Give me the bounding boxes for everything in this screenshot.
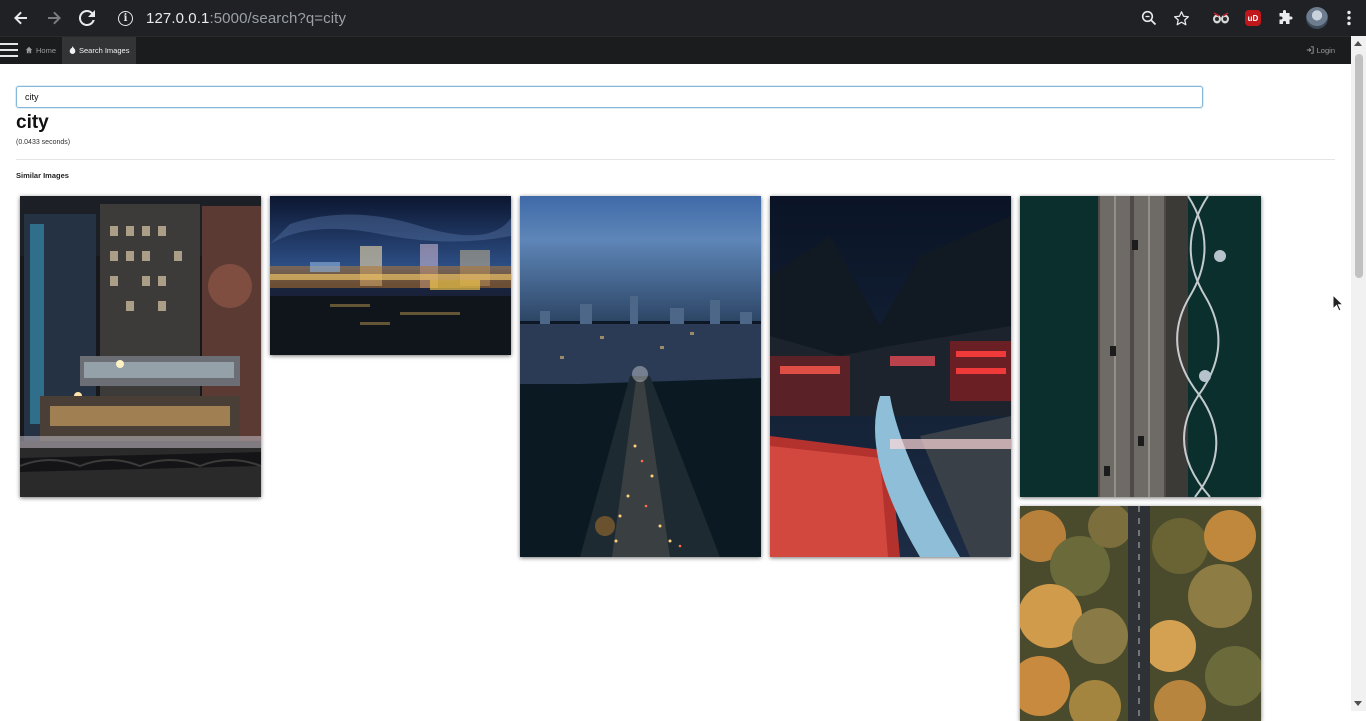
- result-image[interactable]: [1020, 506, 1261, 721]
- result-image[interactable]: [20, 196, 261, 497]
- browser-toolbar: i 127.0.0.1:5000/search?q=city uD: [0, 0, 1366, 36]
- url-text[interactable]: 127.0.0.1:5000/search?q=city: [146, 10, 346, 27]
- privacy-extension-icon[interactable]: [1205, 2, 1237, 34]
- zoom-icon[interactable]: [1133, 2, 1165, 34]
- url-path: :5000/search?q=city: [209, 9, 347, 27]
- hamburger-menu-icon[interactable]: [0, 43, 18, 57]
- scroll-down-icon[interactable]: [1354, 701, 1362, 706]
- nav-item-search-images[interactable]: Search Images: [62, 37, 137, 64]
- reload-icon[interactable]: [71, 2, 103, 34]
- page-scrollbar[interactable]: [1351, 36, 1366, 711]
- login-label: Login: [1316, 46, 1335, 55]
- info-icon[interactable]: i: [118, 10, 133, 26]
- home-icon: [25, 46, 33, 56]
- forward-arrow-icon[interactable]: [38, 2, 70, 34]
- result-image[interactable]: [270, 196, 511, 355]
- page-title: city: [16, 112, 49, 133]
- ublock-extension-icon[interactable]: uD: [1237, 2, 1269, 34]
- site-navbar: Home Search Images Login: [0, 36, 1351, 64]
- back-arrow-icon[interactable]: [5, 2, 37, 34]
- login-link[interactable]: Login: [1299, 37, 1342, 64]
- sign-in-icon: [1306, 45, 1314, 56]
- nav-item-search-images-label: Search Images: [79, 46, 130, 55]
- divider: [16, 159, 1335, 160]
- search-timing: (0.0433 seconds): [16, 139, 71, 146]
- star-icon[interactable]: [1165, 2, 1197, 34]
- url-host: 127.0.0.1: [146, 9, 210, 27]
- extension-icon[interactable]: [1269, 2, 1301, 34]
- address-bar[interactable]: i 127.0.0.1:5000/search?q=city: [107, 4, 1198, 32]
- avatar[interactable]: [1301, 2, 1333, 34]
- scrollbar-thumb[interactable]: [1355, 54, 1363, 278]
- mouse-cursor-icon: [1332, 293, 1345, 317]
- flame-icon: [69, 45, 76, 56]
- result-image[interactable]: [770, 196, 1011, 557]
- scroll-up-icon[interactable]: [1354, 41, 1362, 46]
- result-image[interactable]: [520, 196, 761, 557]
- menu-icon[interactable]: [1333, 2, 1365, 34]
- nav-item-home-label: Home: [36, 46, 57, 55]
- nav-item-home[interactable]: Home: [18, 37, 63, 64]
- section-title: Similar Images: [16, 171, 69, 180]
- result-image[interactable]: [1020, 196, 1261, 497]
- search-input[interactable]: [16, 86, 1203, 108]
